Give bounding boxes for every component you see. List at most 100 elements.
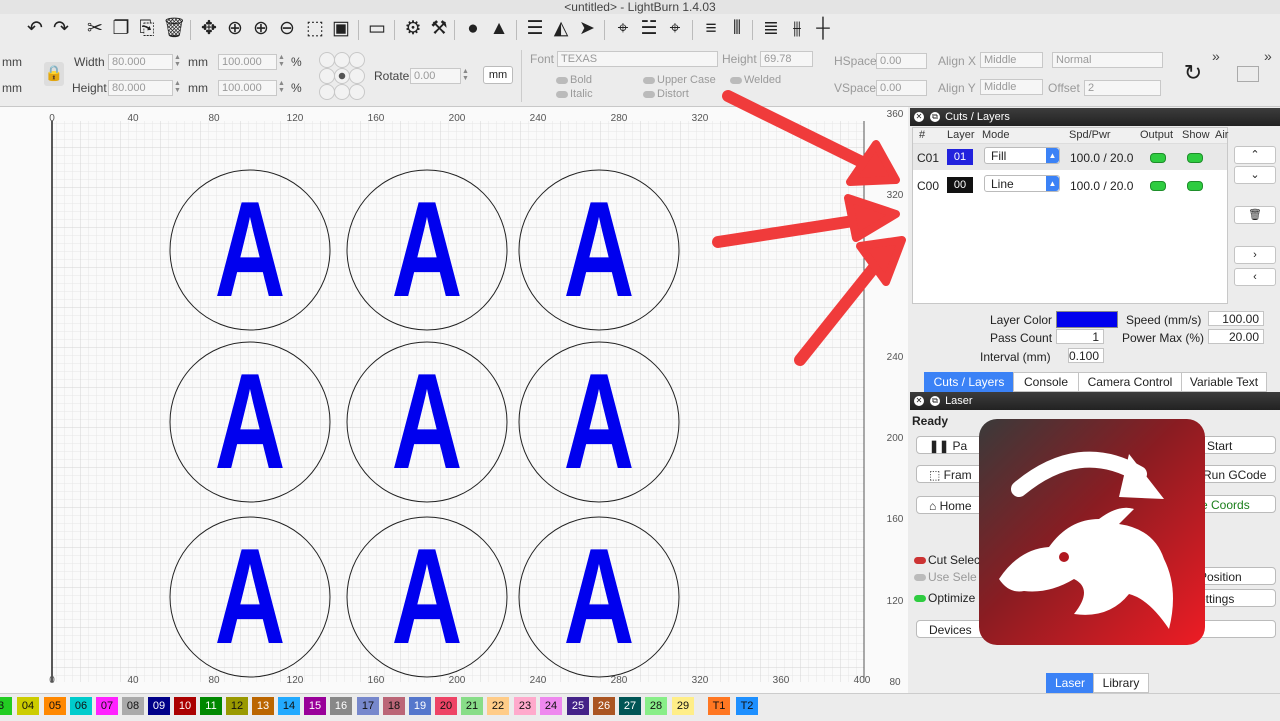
aligny-select[interactable]: Middle xyxy=(980,79,1043,95)
palette-swatch[interactable]: 28 xyxy=(645,697,667,715)
monitor-icon[interactable]: ▭ xyxy=(366,18,388,40)
palette-swatch[interactable]: 18 xyxy=(383,697,405,715)
palette-swatch[interactable]: T2 xyxy=(736,697,758,715)
rotate-spinner[interactable]: ▲ ▼ xyxy=(461,68,470,82)
palette-swatch[interactable]: 06 xyxy=(70,697,92,715)
palette-swatch[interactable]: 23 xyxy=(514,697,536,715)
send-icon[interactable]: ➤ xyxy=(576,18,598,40)
crosshair-icon[interactable]: ⌖ xyxy=(664,18,686,40)
palette-swatch[interactable]: 10 xyxy=(174,697,196,715)
distribute-icon[interactable]: ⫴ xyxy=(726,18,748,40)
table-row[interactable]: C01 01 Fill ▲ 100.0 / 20.0 xyxy=(913,144,1227,170)
letter-shape[interactable]: A xyxy=(215,521,286,672)
cut-selected-toggle[interactable]: Cut Selec xyxy=(914,553,980,567)
zoom-in-icon[interactable]: ⊕ xyxy=(224,18,246,40)
anchor-center[interactable] xyxy=(334,68,350,84)
paste-icon[interactable]: ⎘ xyxy=(136,18,158,40)
width-field[interactable]: 80.000 xyxy=(108,54,173,70)
palette-swatch[interactable]: 29 xyxy=(672,697,694,715)
float-icon[interactable]: ⧉ xyxy=(930,112,940,123)
tab-variable-text[interactable]: Variable Text xyxy=(1181,372,1267,392)
mode-select[interactable]: Line ▲ xyxy=(984,175,1060,192)
tools-icon[interactable]: ⚒ xyxy=(428,18,450,40)
palette-swatch[interactable]: 22 xyxy=(487,697,509,715)
palette-swatch[interactable]: 25 xyxy=(567,697,589,715)
letter-shape[interactable]: A xyxy=(564,174,635,325)
anchor-ml[interactable] xyxy=(319,68,335,84)
table-row[interactable]: C00 00 Line ▲ 100.0 / 20.0 xyxy=(913,172,1227,198)
frame-select-icon[interactable]: ⬚ xyxy=(304,18,326,40)
tab-library[interactable]: Library xyxy=(1093,673,1149,693)
tab-cuts-layers[interactable]: Cuts / Layers xyxy=(924,372,1014,392)
user-icon[interactable]: ▲ xyxy=(488,18,510,40)
anchor-br[interactable] xyxy=(349,84,365,100)
letter-shape[interactable]: A xyxy=(564,346,635,497)
cuts-table[interactable]: # Layer Mode Spd/Pwr Output Show Air C01… xyxy=(912,127,1228,304)
refresh-icon[interactable]: ↻ xyxy=(1180,60,1206,86)
palette-swatch[interactable]: 15 xyxy=(304,697,326,715)
anchor-bl[interactable] xyxy=(319,84,335,100)
move-down-button[interactable]: ⌄ xyxy=(1234,166,1276,184)
align-d-icon[interactable]: ⫵ xyxy=(786,18,808,40)
unit-toggle-button[interactable]: mm xyxy=(483,66,513,84)
scale-y-spinner[interactable]: ▲ ▼ xyxy=(277,80,286,94)
pass-count-field[interactable]: 1 xyxy=(1056,329,1104,344)
delete-layer-button[interactable]: 🗑 xyxy=(1234,206,1276,224)
hspace-field[interactable]: 0.00 xyxy=(876,53,927,69)
palette-swatch[interactable]: 05 xyxy=(44,697,66,715)
palette-swatch[interactable]: 16 xyxy=(330,697,352,715)
anchor-tr[interactable] xyxy=(349,52,365,68)
palette-swatch[interactable]: 17 xyxy=(357,697,379,715)
target-icon[interactable]: ⌖ xyxy=(612,18,634,40)
palette-swatch[interactable]: 24 xyxy=(540,697,562,715)
letter-shape[interactable]: A xyxy=(215,346,286,497)
align-icon[interactable]: ☰ xyxy=(524,18,546,40)
palette-swatch[interactable]: 12 xyxy=(226,697,248,715)
palette-swatch[interactable]: 3 xyxy=(0,697,12,715)
palette-swatch[interactable]: 21 xyxy=(461,697,483,715)
offset-field[interactable]: 2 xyxy=(1084,80,1161,96)
height-field[interactable]: 80.000 xyxy=(108,80,173,96)
tab-camera-control[interactable]: Camera Control xyxy=(1078,372,1182,392)
letter-shape[interactable]: A xyxy=(564,521,635,672)
close-icon[interactable]: ✕ xyxy=(914,396,924,407)
position-button[interactable]: Position xyxy=(1194,567,1276,585)
layer-swatch[interactable]: 01 xyxy=(947,149,973,165)
panel-toggle-icon[interactable] xyxy=(1237,66,1259,82)
palette-swatch[interactable]: 20 xyxy=(435,697,457,715)
palette-swatch[interactable]: 14 xyxy=(278,697,300,715)
mirror-icon[interactable]: ◭ xyxy=(550,18,572,40)
mode-select[interactable]: Fill ▲ xyxy=(984,147,1060,164)
palette-swatch[interactable]: 13 xyxy=(252,697,274,715)
scale-x-field[interactable]: 100.000 xyxy=(218,54,277,70)
redo-icon[interactable]: ↷ xyxy=(50,18,72,40)
output-toggle[interactable] xyxy=(1150,153,1166,163)
palette-swatch[interactable]: 09 xyxy=(148,697,170,715)
settings-icon[interactable]: ⚙ xyxy=(402,18,424,40)
start-button[interactable]: Start xyxy=(1194,436,1276,454)
palette-swatch[interactable]: 19 xyxy=(409,697,431,715)
output-toggle[interactable] xyxy=(1150,181,1166,191)
rotate-field[interactable]: 0.00 xyxy=(410,68,461,84)
laser-icon[interactable]: ☱ xyxy=(638,18,660,40)
zoom-out-icon[interactable]: ⊖ xyxy=(276,18,298,40)
more-chevron[interactable]: » xyxy=(1212,48,1220,64)
palette-swatch[interactable]: 08 xyxy=(122,697,144,715)
palette-swatch[interactable]: 07 xyxy=(96,697,118,715)
scale-x-spinner[interactable]: ▲ ▼ xyxy=(277,54,286,68)
show-toggle[interactable] xyxy=(1187,181,1203,191)
italic-toggle[interactable]: Italic xyxy=(556,88,593,100)
letter-shape[interactable]: A xyxy=(215,174,286,325)
palette-swatch[interactable]: 04 xyxy=(17,697,39,715)
undo-icon[interactable]: ↶ xyxy=(24,18,46,40)
palette-swatch[interactable]: 26 xyxy=(593,697,615,715)
copy-icon[interactable]: ❐ xyxy=(110,18,132,40)
anchor-bc[interactable] xyxy=(334,84,350,100)
show-toggle[interactable] xyxy=(1187,153,1203,163)
use-selection-toggle[interactable]: Use Sele xyxy=(914,570,977,584)
letter-shape[interactable]: A xyxy=(392,346,463,497)
palette-swatch[interactable]: 27 xyxy=(619,697,641,715)
anchor-tl[interactable] xyxy=(319,52,335,68)
move-up-button[interactable]: ⌃ xyxy=(1234,146,1276,164)
palette-swatch[interactable]: T1 xyxy=(708,697,730,715)
